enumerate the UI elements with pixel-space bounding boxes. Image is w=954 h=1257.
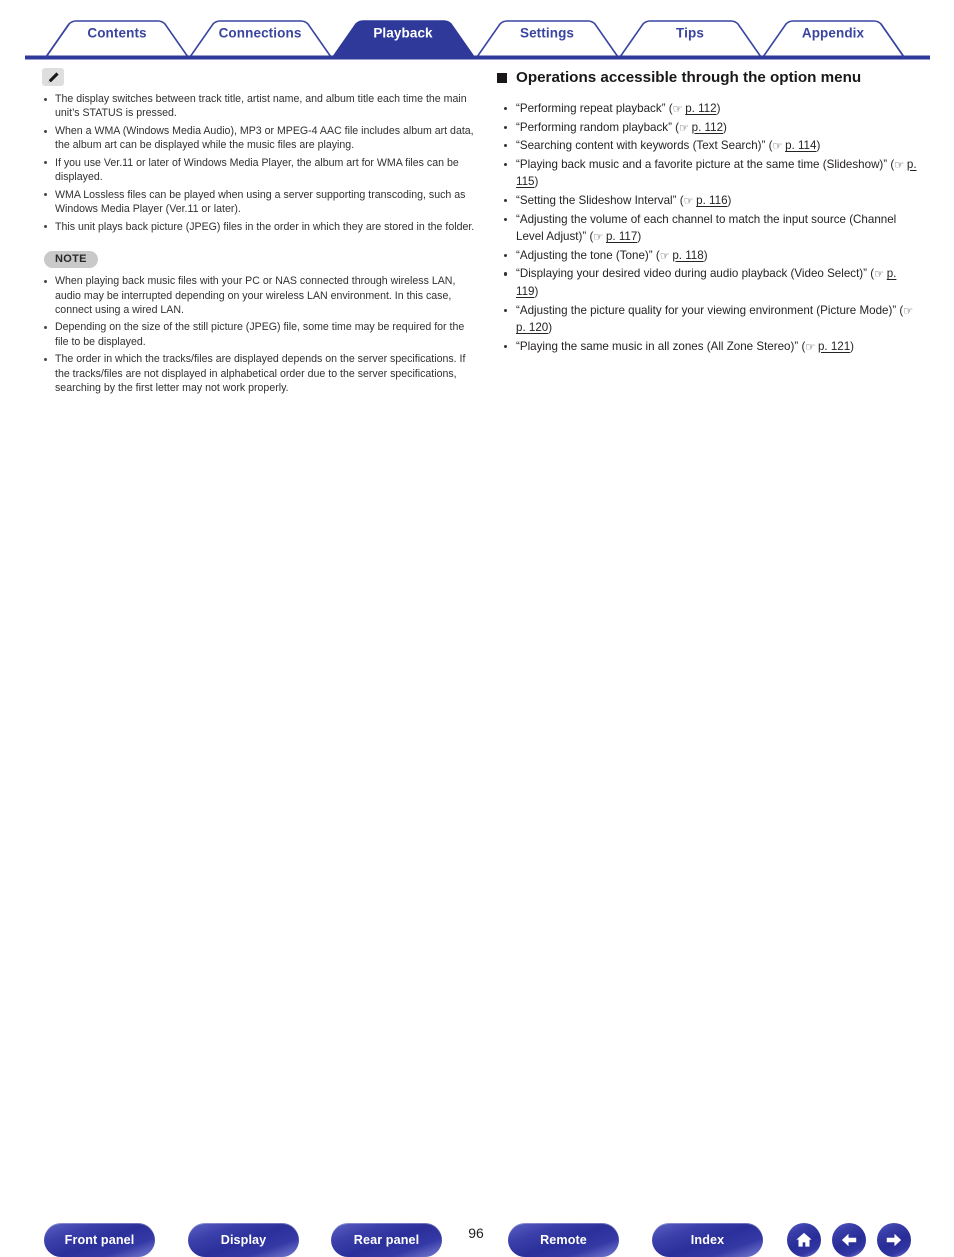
tab-underline xyxy=(25,55,930,60)
pointing-hand-icon: ☞ xyxy=(772,139,782,153)
back-button[interactable] xyxy=(832,1223,866,1257)
pointing-hand-icon: ☞ xyxy=(679,121,689,135)
list-item: “Adjusting the tone (Tone)” (☞ p. 118) xyxy=(497,247,917,265)
list-item: “Displaying your desired video during au… xyxy=(497,265,917,300)
link-title: “Adjusting the tone (Tone)” xyxy=(516,248,653,262)
link-title: “Playing the same music in all zones (Al… xyxy=(516,339,799,353)
link-title: “Searching content with keywords (Text S… xyxy=(516,139,766,153)
note-badge: NOTE xyxy=(44,251,98,269)
left-column: The display switches between track title… xyxy=(42,68,476,398)
front-panel-button[interactable]: Front panel xyxy=(44,1223,155,1257)
list-item: “Playing the same music in all zones (Al… xyxy=(497,338,917,356)
list-item: “Setting the Slideshow Interval” (☞ p. 1… xyxy=(497,192,917,210)
tab-appendix[interactable]: Appendix xyxy=(802,26,864,41)
rear-panel-button[interactable]: Rear panel xyxy=(331,1223,442,1257)
next-button[interactable] xyxy=(877,1223,911,1257)
tab-tips[interactable]: Tips xyxy=(676,26,704,41)
arrow-right-icon xyxy=(886,1233,902,1247)
pointing-hand-icon: ☞ xyxy=(672,102,683,116)
page-reference-link[interactable]: p. 120 xyxy=(516,321,548,334)
tab-settings[interactable]: Settings xyxy=(520,26,574,41)
list-item: When a WMA (Windows Media Audio), MP3 or… xyxy=(42,124,476,152)
link-title: “Displaying your desired video during au… xyxy=(516,267,868,281)
list-item: Depending on the size of the still pictu… xyxy=(42,320,476,348)
option-menu-link-list: “Performing repeat playback” (☞ p. 112) “… xyxy=(497,100,917,355)
remote-button[interactable]: Remote xyxy=(508,1223,619,1257)
page-reference-link[interactable]: p. 121 xyxy=(818,340,850,353)
pointing-hand-icon: ☞ xyxy=(805,340,815,354)
link-title: “Performing random playback” xyxy=(516,120,672,134)
arrow-left-icon xyxy=(841,1233,857,1247)
pointing-hand-icon: ☞ xyxy=(874,267,884,281)
tab-contents[interactable]: Contents xyxy=(87,26,146,41)
home-icon xyxy=(796,1232,812,1247)
link-title: “Adjusting the picture quality for your … xyxy=(516,303,897,317)
list-item: “Searching content with keywords (Text S… xyxy=(497,137,917,155)
index-button[interactable]: Index xyxy=(652,1223,763,1257)
home-button[interactable] xyxy=(787,1223,821,1257)
list-item: The display switches between track title… xyxy=(42,92,476,120)
tab-connections[interactable]: Connections xyxy=(219,26,302,41)
list-item: “Performing random playback” (☞ p. 112) xyxy=(497,119,917,137)
link-title: “Performing repeat playback” xyxy=(516,102,666,115)
page-reference-link[interactable]: p. 118 xyxy=(672,249,703,262)
pointing-hand-icon: ☞ xyxy=(903,304,913,318)
page-title: Operations accessible through the option… xyxy=(497,68,917,88)
right-column: Operations accessible through the option… xyxy=(497,68,917,356)
pencil-icon xyxy=(42,68,64,86)
pointing-hand-icon: ☞ xyxy=(659,249,670,263)
pointing-hand-icon: ☞ xyxy=(894,158,904,172)
page-reference-link[interactable]: p. 116 xyxy=(696,194,727,207)
list-item: When playing back music files with your … xyxy=(42,274,476,317)
footer-nav: Front panel Display Rear panel 96 Remote… xyxy=(0,604,954,1257)
list-item: “Performing repeat playback” (☞ p. 112) xyxy=(497,100,917,118)
tip-list: The display switches between track title… xyxy=(42,92,476,234)
page-number: 96 xyxy=(468,1225,484,1241)
link-title: “Adjusting the volume of each channel to… xyxy=(516,212,897,244)
pencil-glyph xyxy=(48,71,59,82)
pointing-hand-icon: ☞ xyxy=(683,194,694,208)
page-reference-link[interactable]: p. 112 xyxy=(692,121,723,134)
list-item: If you use Ver.11 or later of Windows Me… xyxy=(42,156,476,184)
list-item: This unit plays back picture (JPEG) file… xyxy=(42,220,476,234)
list-item: “Adjusting the picture quality for your … xyxy=(497,302,917,337)
note-list: When playing back music files with your … xyxy=(42,274,476,395)
page-reference-link[interactable]: p. 112 xyxy=(685,102,716,115)
top-tab-bar: Contents Connections Playback Settings T… xyxy=(0,0,954,64)
page-content: The display switches between track title… xyxy=(0,64,954,604)
display-button[interactable]: Display xyxy=(188,1223,299,1257)
list-item: WMA Lossless files can be played when us… xyxy=(42,188,476,216)
link-title: “Setting the Slideshow Interval” xyxy=(516,193,677,207)
page-reference-link[interactable]: p. 114 xyxy=(785,139,816,152)
link-title: “Playing back music and a favorite pictu… xyxy=(516,157,888,171)
list-item: “Playing back music and a favorite pictu… xyxy=(497,156,917,191)
pointing-hand-icon: ☞ xyxy=(593,230,603,244)
tab-playback[interactable]: Playback xyxy=(373,26,432,41)
list-item: The order in which the tracks/files are … xyxy=(42,352,476,395)
list-item: “Adjusting the volume of each channel to… xyxy=(497,211,917,246)
page-reference-link[interactable]: p. 117 xyxy=(606,230,637,243)
